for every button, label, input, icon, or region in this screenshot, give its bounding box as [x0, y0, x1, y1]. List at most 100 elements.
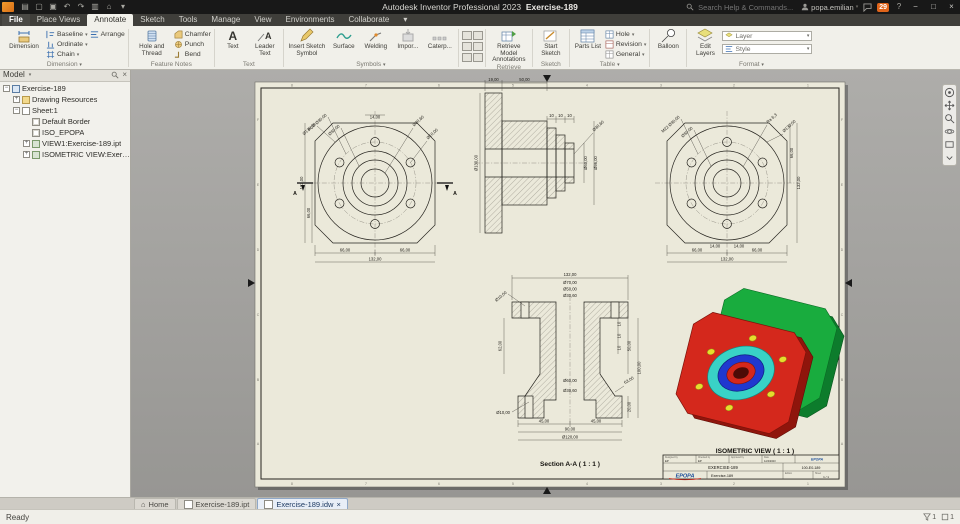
- zoom-icon[interactable]: [944, 113, 955, 124]
- tree-item-default-border[interactable]: Default Border: [0, 116, 130, 127]
- chamfer-button[interactable]: Chamfer: [174, 30, 211, 39]
- dim-label[interactable]: 66,00: [692, 247, 703, 252]
- browser-caret-icon[interactable]: ▾: [29, 72, 32, 78]
- dim-label[interactable]: 66,00: [340, 247, 351, 252]
- sheet-tool-icon[interactable]: [461, 42, 472, 51]
- dim-label[interactable]: 62,00: [498, 340, 503, 351]
- group-label-table[interactable]: Table ▾: [571, 61, 649, 69]
- tree-item-isometric-view[interactable]: + ISOMETRIC VIEW:Exercise-189.ipt: [0, 149, 130, 160]
- dim-label[interactable]: 100,00: [637, 361, 642, 374]
- tree-item-iso-epopa[interactable]: ISO_EPOPA: [0, 127, 130, 138]
- group-label-feature-notes[interactable]: Feature Notes: [130, 61, 213, 69]
- sheet-tool-icon[interactable]: [461, 53, 472, 62]
- tab-tools[interactable]: Tools: [172, 14, 205, 26]
- general-table-button[interactable]: General ▾: [605, 50, 647, 59]
- help-search[interactable]: [686, 1, 797, 13]
- insert-sketch-symbol-button[interactable]: Insert Sketch Symbol: [287, 28, 327, 57]
- leader-label[interactable]: Ø10,00: [496, 410, 510, 415]
- dim-label[interactable]: Ø60,00: [563, 378, 577, 383]
- importer-button[interactable]: Impor...: [393, 28, 423, 51]
- dim-label[interactable]: Ø70,00: [563, 280, 577, 285]
- tree-item-sheet1[interactable]: − Sheet:1: [0, 105, 130, 116]
- start-sketch-button[interactable]: Start Sketch: [536, 28, 566, 57]
- notification-badge[interactable]: 29: [877, 2, 889, 12]
- dim-label[interactable]: 132,00: [721, 256, 734, 261]
- layer-dropdown[interactable]: Layer ▾: [722, 31, 813, 41]
- undo-icon[interactable]: ↶: [62, 2, 72, 12]
- dim-label[interactable]: 132,00: [369, 256, 382, 261]
- dim-label[interactable]: 14,00: [370, 115, 381, 120]
- navigation-wheel-icon[interactable]: [944, 87, 955, 98]
- minimize-button[interactable]: −: [909, 0, 922, 14]
- baseline-button[interactable]: Baseline ▾: [46, 30, 88, 39]
- graphics-canvas[interactable]: 87654321 87654321 FEDCBA FEDCBA A A 14,0…: [130, 68, 960, 498]
- print-icon[interactable]: ▥: [90, 2, 100, 12]
- tab-overflow-icon[interactable]: ▾: [396, 14, 414, 26]
- dim-label[interactable]: 132,00: [299, 176, 304, 189]
- dim-label[interactable]: 132,00: [796, 176, 801, 189]
- sheet-tool-icon[interactable]: [472, 31, 483, 40]
- look-at-icon[interactable]: [944, 139, 955, 150]
- dim-label[interactable]: Ø50,00: [563, 286, 577, 291]
- group-label-text[interactable]: Text: [216, 61, 282, 69]
- qat-overflow-icon[interactable]: ▾: [118, 2, 128, 12]
- dim-label[interactable]: 45,00: [539, 418, 550, 423]
- maximize-button[interactable]: □: [927, 0, 940, 14]
- expander-icon[interactable]: −: [3, 85, 10, 92]
- edit-layers-button[interactable]: Edit Layers: [690, 28, 720, 57]
- surface-button[interactable]: Surface: [329, 28, 359, 51]
- dim-label[interactable]: 66,00: [306, 207, 311, 218]
- revision-table-button[interactable]: Revision ▾: [605, 40, 646, 49]
- search-input[interactable]: [696, 1, 797, 13]
- dim-label[interactable]: 66,00: [752, 247, 763, 252]
- dim-label[interactable]: 45,00: [591, 418, 602, 423]
- style-dropdown[interactable]: Style ▾: [722, 44, 813, 54]
- dim-label[interactable]: 50,00: [519, 77, 530, 82]
- leader-text-button[interactable]: A Leader Text: [250, 28, 280, 57]
- dim-label[interactable]: 66,00: [789, 147, 794, 158]
- browser-close-icon[interactable]: ×: [122, 70, 127, 79]
- dim-label[interactable]: 132,00: [564, 272, 577, 277]
- arrange-button[interactable]: Arrange: [90, 30, 125, 39]
- status-filter[interactable]: 1: [923, 513, 936, 521]
- text-button[interactable]: A Text: [218, 28, 248, 51]
- tab-view[interactable]: View: [247, 14, 278, 26]
- title-block[interactable]: Designed by EP Checked by EP Approved by…: [662, 454, 840, 481]
- home-icon[interactable]: ⌂: [104, 2, 114, 12]
- tab-manage[interactable]: Manage: [204, 14, 247, 26]
- retrieve-model-annotations-button[interactable]: Retrieve Model Annotations: [489, 28, 529, 64]
- dim-label[interactable]: 66,00: [400, 247, 411, 252]
- redo-icon[interactable]: ↷: [76, 2, 86, 12]
- group-label-retrieve[interactable]: Retrieve: [487, 64, 531, 72]
- punch-button[interactable]: Punch: [174, 40, 211, 49]
- dim-label[interactable]: 10: [549, 113, 554, 118]
- dim-label[interactable]: Ø60,00: [583, 155, 588, 169]
- dim-label[interactable]: Ø30,60: [563, 293, 577, 298]
- navbar-more-icon[interactable]: [944, 152, 955, 163]
- tab-environments[interactable]: Environments: [279, 14, 342, 26]
- tree-item-root[interactable]: − Exercise-189: [0, 83, 130, 94]
- expander-icon[interactable]: +: [23, 151, 30, 158]
- dim-label[interactable]: 10: [617, 345, 622, 350]
- parts-list-button[interactable]: Parts List: [573, 28, 603, 51]
- expander-icon[interactable]: +: [23, 140, 30, 147]
- group-label-format[interactable]: Format ▾: [688, 61, 814, 69]
- balloon-button[interactable]: Balloon: [653, 28, 683, 51]
- dim-label[interactable]: 14,00: [734, 244, 745, 249]
- save-icon[interactable]: ▣: [48, 2, 58, 12]
- dim-label[interactable]: 10: [617, 321, 622, 326]
- chat-icon[interactable]: [863, 2, 872, 12]
- bend-button[interactable]: Bend: [174, 50, 211, 59]
- dim-label[interactable]: Ø120,00: [562, 434, 579, 439]
- group-label-symbols[interactable]: Symbols ▾: [285, 61, 457, 69]
- new-file-icon[interactable]: ▤: [20, 2, 30, 12]
- dim-label[interactable]: 19,00: [488, 77, 499, 82]
- browser-search-icon[interactable]: [111, 71, 119, 79]
- status-sheets[interactable]: 1: [941, 513, 954, 521]
- dim-label[interactable]: Ø130,00: [474, 154, 479, 171]
- sheet-tool-icon[interactable]: [461, 31, 472, 40]
- pan-icon[interactable]: [944, 100, 955, 111]
- tab-sketch[interactable]: Sketch: [133, 14, 171, 26]
- group-label-dimension[interactable]: Dimension ▾: [2, 61, 127, 69]
- dim-label[interactable]: 20,00: [627, 401, 632, 412]
